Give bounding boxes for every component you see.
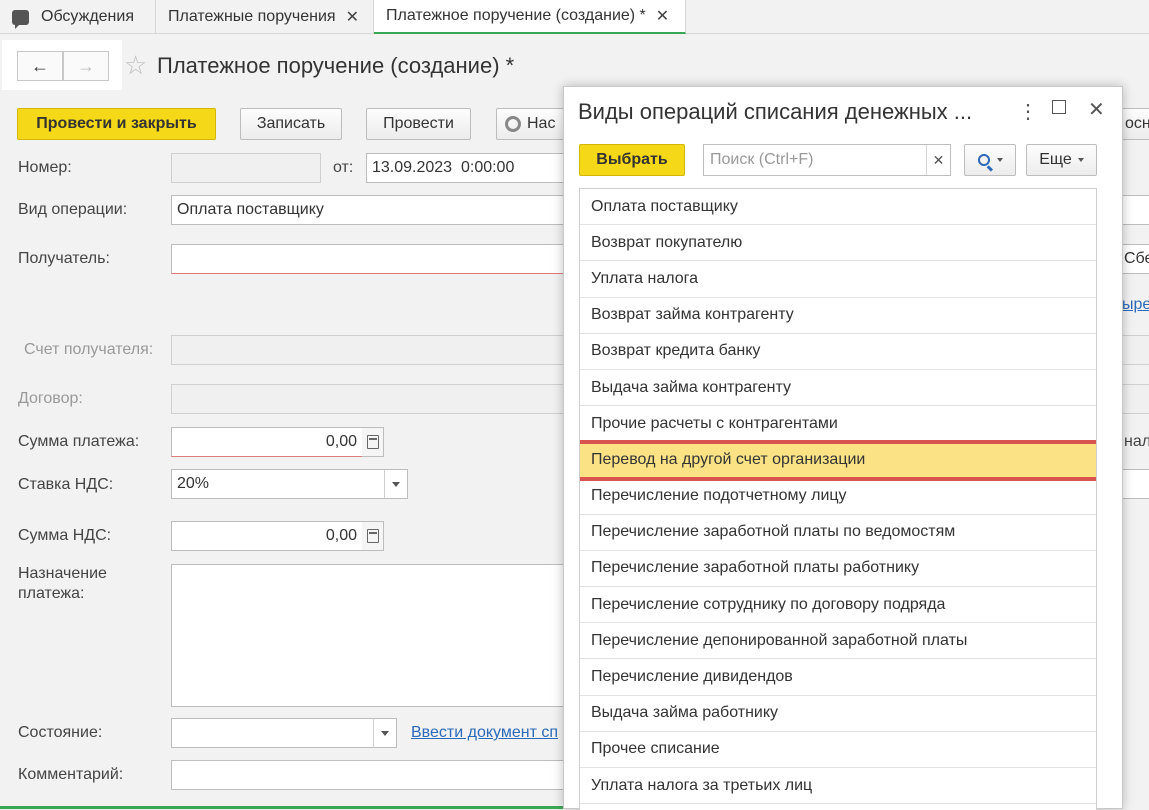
- settings-button-label: Нас: [527, 115, 556, 132]
- arrow-left-icon: ←: [31, 55, 49, 76]
- tab-label: Платежное поручение (создание) *: [386, 7, 646, 24]
- list-item[interactable]: Перечисление дивидендов: [580, 659, 1096, 696]
- more-button-label: Еще: [1039, 151, 1072, 168]
- list-item[interactable]: Прочее списание: [580, 732, 1096, 768]
- arrow-right-icon: →: [77, 55, 95, 76]
- vat-rate-label: Ставка НДС:: [18, 476, 114, 493]
- vat-amount-label: Сумма НДС:: [18, 527, 112, 544]
- enter-document-link[interactable]: Ввести документ сп: [411, 724, 563, 742]
- save-button[interactable]: Записать: [240, 108, 342, 140]
- list-item[interactable]: Перечисление сотруднику по договору подр…: [580, 587, 1096, 624]
- list-item[interactable]: Выдача займа работнику: [580, 696, 1096, 732]
- contract-label: Договор:: [18, 390, 83, 407]
- list-item[interactable]: Уплата налога: [580, 261, 1096, 298]
- gear-icon: [505, 116, 521, 132]
- tab-payment-order-create[interactable]: Платежное поручение (создание) * ✕: [374, 0, 686, 34]
- settings-button[interactable]: Нас: [496, 108, 566, 140]
- purpose-textarea[interactable]: [171, 564, 566, 707]
- clear-search-icon[interactable]: ✕: [926, 145, 950, 175]
- search-icon: [977, 154, 990, 166]
- vat-rate-dropdown-button[interactable]: [384, 469, 408, 499]
- recipient-field[interactable]: [171, 244, 566, 274]
- list-item[interactable]: Возврат покупателю: [580, 225, 1096, 262]
- tab-label: Обсуждения: [41, 8, 134, 25]
- chevron-down-icon: [1077, 158, 1084, 162]
- amount-field[interactable]: 0,00: [171, 427, 363, 457]
- state-select[interactable]: [171, 718, 374, 748]
- post-button[interactable]: Провести: [366, 108, 471, 140]
- close-icon[interactable]: ✕: [1088, 97, 1105, 122]
- amount-calculator-button[interactable]: [362, 427, 384, 457]
- select-button[interactable]: Выбрать: [579, 144, 685, 176]
- right-edge-label: нал: [1124, 433, 1149, 450]
- state-label: Состояние:: [18, 724, 103, 741]
- list-item[interactable]: Перечисление заработной платы по ведомос…: [580, 515, 1096, 551]
- chevron-down-icon: [381, 730, 389, 736]
- tab-bar: Обсуждения Платежные поручения ✕ Платежн…: [0, 0, 1149, 34]
- state-dropdown-button[interactable]: [373, 718, 397, 748]
- comment-field[interactable]: [171, 760, 566, 790]
- contract-field[interactable]: [171, 384, 566, 414]
- search-options-button[interactable]: [964, 144, 1016, 176]
- list-item[interactable]: Выдача займа контрагенту: [580, 370, 1096, 407]
- date-field[interactable]: 13.09.2023 0:00:00: [366, 153, 566, 183]
- number-label: Номер:: [18, 159, 72, 176]
- back-button[interactable]: ←: [17, 51, 63, 81]
- list-item[interactable]: Возврат кредита банку: [580, 334, 1096, 370]
- tab-payment-orders[interactable]: Платежные поручения ✕: [156, 0, 374, 34]
- vat-calculator-button[interactable]: [362, 521, 384, 551]
- tab-discussions[interactable]: Обсуждения: [0, 0, 156, 34]
- search-box: ✕: [703, 144, 951, 176]
- favorite-star-icon[interactable]: ☆: [124, 52, 147, 78]
- list-item[interactable]: Уплата налога за третьих лиц: [580, 768, 1096, 805]
- recipient-account-label: Счет получателя:: [24, 341, 154, 358]
- close-icon[interactable]: ✕: [346, 7, 359, 27]
- list-item[interactable]: Возврат займа контрагенту: [580, 298, 1096, 334]
- purpose-label: Назначение платежа:: [18, 565, 107, 602]
- operation-types-popup: Виды операций списания денежных ... ⋮ ✕ …: [563, 86, 1123, 810]
- operation-types-list: Оплата поставщику Возврат покупателю Упл…: [579, 188, 1097, 810]
- list-item-selected[interactable]: Перевод на другой счет организации: [580, 442, 1096, 479]
- date-label: от:: [333, 159, 354, 176]
- recipient-account-field[interactable]: [171, 335, 566, 365]
- post-and-close-button[interactable]: Провести и закрыть: [17, 108, 216, 140]
- search-input[interactable]: [704, 145, 919, 175]
- recipient-label: Получатель:: [18, 250, 110, 267]
- more-vert-icon[interactable]: ⋮: [1018, 99, 1038, 124]
- list-item[interactable]: Перечисление заработной платы работнику: [580, 551, 1096, 588]
- operation-field[interactable]: Оплата поставщику: [171, 195, 566, 225]
- chat-icon: [12, 9, 29, 29]
- right-edge-link[interactable]: ыре: [1122, 296, 1149, 314]
- calculator-icon: [366, 435, 379, 449]
- more-button[interactable]: Еще: [1026, 144, 1097, 176]
- number-field[interactable]: [171, 153, 321, 183]
- page-title: Платежное поручение (создание) *: [157, 53, 515, 78]
- maximize-icon[interactable]: [1052, 100, 1066, 114]
- operation-label: Вид операции:: [18, 201, 128, 218]
- amount-label: Сумма платежа:: [18, 433, 140, 450]
- list-item[interactable]: Перечисление депонированной заработной п…: [580, 623, 1096, 660]
- popup-title: Виды операций списания денежных ...: [578, 99, 973, 124]
- close-icon[interactable]: ✕: [656, 6, 669, 26]
- tab-label: Платежные поручения: [168, 8, 336, 25]
- list-item[interactable]: Перечисление подотчетному лицу: [580, 479, 1096, 515]
- comment-label: Комментарий:: [18, 766, 124, 783]
- base-document-label: осно: [1125, 115, 1149, 132]
- calculator-icon: [366, 529, 379, 543]
- list-item[interactable]: Прочие расчеты с контрагентами: [580, 406, 1096, 443]
- vat-amount-field[interactable]: 0,00: [171, 521, 363, 551]
- vat-rate-select[interactable]: 20%: [171, 469, 385, 499]
- chevron-down-icon: [996, 158, 1003, 162]
- forward-button[interactable]: →: [63, 51, 109, 81]
- chevron-down-icon: [392, 481, 400, 487]
- list-item[interactable]: Оплата поставщику: [580, 189, 1096, 226]
